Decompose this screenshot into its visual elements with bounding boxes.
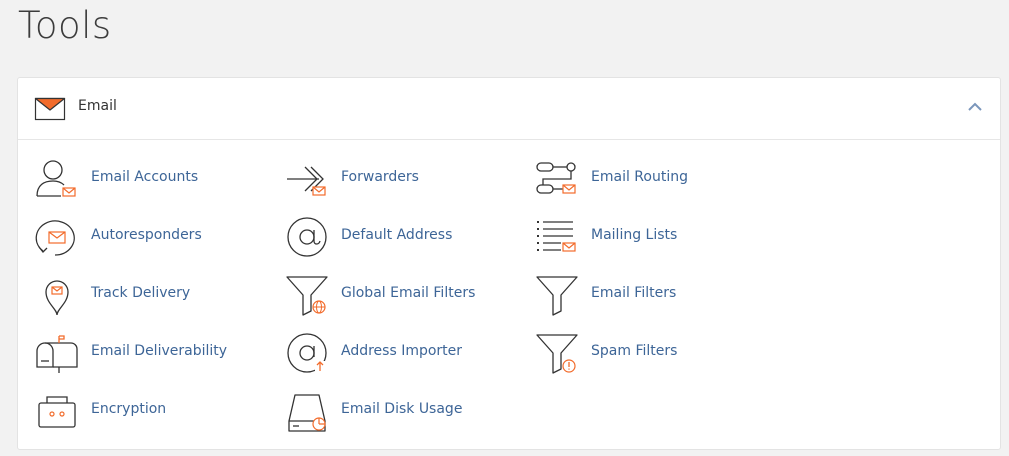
tool-track-delivery[interactable]: Track Delivery — [35, 273, 265, 317]
encryption-box-icon — [38, 396, 76, 428]
tool-label: Spam Filters — [591, 343, 678, 359]
tool-label: Email Routing — [591, 169, 688, 185]
tool-default-address[interactable]: Default Address — [285, 215, 515, 259]
tool-forwarders[interactable]: Forwarders — [285, 157, 515, 201]
tool-email-accounts[interactable]: Email Accounts — [35, 157, 265, 201]
tool-label: Mailing Lists — [591, 227, 678, 243]
routing-mail-icon — [536, 162, 576, 194]
tool-label: Email Accounts — [91, 169, 199, 185]
forward-mail-icon — [287, 166, 326, 196]
tool-mailing-lists[interactable]: Mailing Lists — [535, 215, 765, 259]
tool-autoresponders[interactable]: Autoresponders — [35, 215, 265, 259]
tool-label: Email Deliverability — [91, 343, 228, 359]
envelope-icon — [34, 97, 66, 121]
tool-encryption[interactable]: Encryption — [35, 389, 265, 433]
list-mail-icon — [537, 221, 576, 252]
tool-email-deliverability[interactable]: Email Deliverability — [35, 331, 265, 375]
section-title: Email — [78, 98, 117, 114]
disk-usage-icon — [288, 394, 326, 432]
tool-address-importer[interactable]: Address Importer — [285, 331, 515, 375]
tool-label: Track Delivery — [91, 285, 191, 301]
mailbox-icon — [36, 335, 78, 373]
tool-label: Forwarders — [341, 169, 419, 185]
user-mail-icon — [36, 160, 76, 197]
tool-label: Address Importer — [341, 343, 463, 359]
tool-label: Encryption — [91, 401, 167, 417]
tool-email-routing[interactable]: Email Routing — [535, 157, 765, 201]
autoresponder-icon — [35, 220, 75, 256]
tool-email-filters[interactable]: Email Filters — [535, 273, 765, 317]
tool-global-email-filters[interactable]: Global Email Filters — [285, 273, 515, 317]
tool-label: Default Address — [341, 227, 453, 243]
at-sign-icon — [287, 217, 327, 257]
funnel-alert-icon — [536, 334, 578, 374]
at-import-icon — [287, 333, 327, 373]
tool-email-disk-usage[interactable]: Email Disk Usage — [285, 389, 515, 433]
tool-spam-filters[interactable]: Spam Filters — [535, 331, 765, 375]
tool-label: Email Filters — [591, 285, 677, 301]
funnel-icon — [536, 276, 578, 316]
funnel-globe-icon — [286, 276, 328, 316]
tool-label: Global Email Filters — [341, 285, 476, 301]
tool-label: Email Disk Usage — [341, 401, 463, 417]
location-pin-mail-icon — [45, 280, 69, 316]
tool-label: Autoresponders — [91, 227, 202, 243]
email-section-header[interactable]: Email — [18, 78, 1000, 140]
page-title: Tools — [18, 4, 112, 47]
chevron-up-icon[interactable] — [968, 102, 982, 112]
